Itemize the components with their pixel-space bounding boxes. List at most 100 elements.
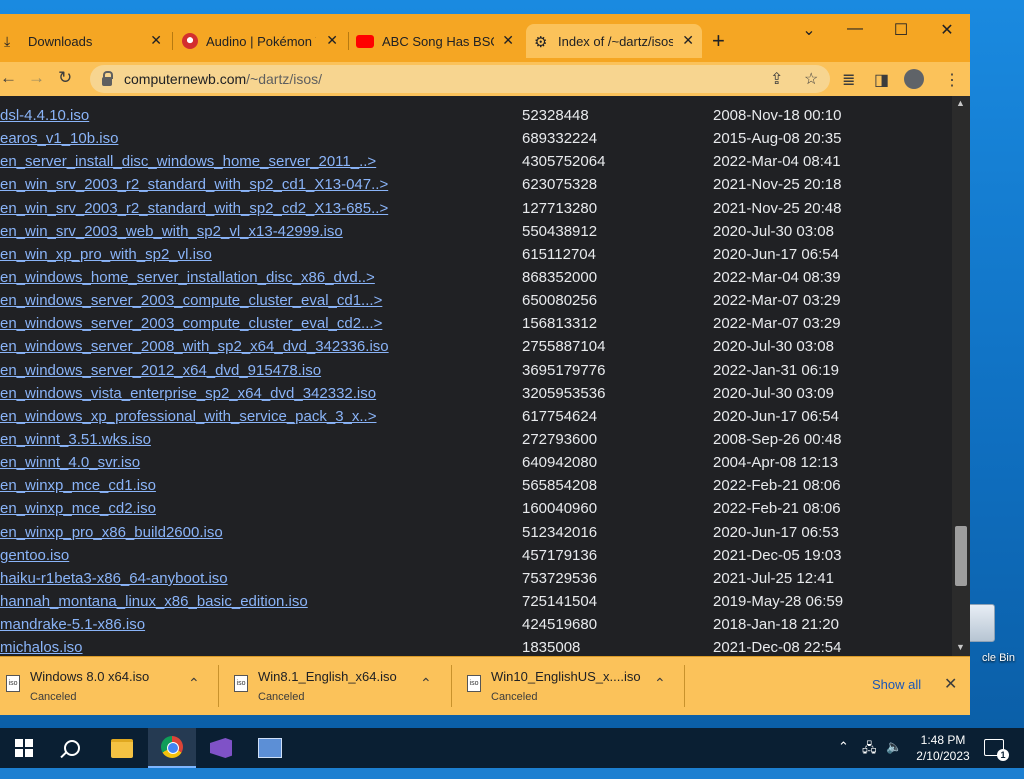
download-item[interactable]: iso Win8.1_English_x64.iso Canceled ⌃	[228, 657, 450, 715]
file-date: 2020-Jul-30 03:08	[713, 222, 834, 240]
url-text: computernewb.com/~dartz/isos/	[124, 71, 323, 87]
file-link[interactable]: haiku-r1beta3-x86_64-anyboot.iso	[0, 570, 228, 587]
forward-button[interactable]: →	[28, 68, 45, 88]
close-window-button[interactable]: ✕	[927, 20, 967, 40]
file-link[interactable]: en_winxp_pro_x86_build2600.iso	[0, 524, 223, 541]
menu-icon[interactable]: ⋮	[944, 70, 960, 90]
profile-avatar[interactable]	[904, 69, 924, 89]
table-row: haiku-r1beta3-x86_64-anyboot.iso 75372953…	[0, 567, 843, 590]
download-item[interactable]: iso Win10_EnglishUS_x....iso Canceled ⌃	[461, 657, 683, 715]
remote-desktop-button[interactable]	[246, 728, 294, 768]
close-tab-icon[interactable]: ✕	[502, 32, 514, 49]
file-date: 2021-Nov-25 20:18	[713, 176, 842, 194]
close-shelf-icon[interactable]: ✕	[944, 674, 957, 694]
file-link[interactable]: dsl-4.4.10.iso	[0, 107, 89, 124]
scroll-up-arrow-icon[interactable]: ▲	[956, 98, 965, 108]
file-link[interactable]: en_win_srv_2003_r2_standard_with_sp2_cd2…	[0, 200, 388, 217]
table-row: en_windows_home_server_installation_disc…	[0, 266, 843, 289]
file-date: 2015-Aug-08 20:35	[713, 130, 842, 148]
action-center-icon[interactable]: 1	[984, 739, 1009, 761]
file-link[interactable]: en_windows_server_2012_x64_dvd_915478.is…	[0, 362, 321, 379]
download-shelf: iso Windows 8.0 x64.iso Canceled ⌃ iso W…	[0, 656, 970, 715]
vertical-scrollbar[interactable]: ▲ ▼	[952, 96, 970, 656]
table-row: hannah_montana_linux_x86_basic_edition.i…	[0, 590, 843, 613]
table-row: en_win_xp_pro_with_sp2_vl.iso 615112704 20…	[0, 243, 843, 266]
bookmark-star-icon[interactable]: ☆	[804, 69, 818, 89]
file-size: 512342016	[522, 523, 598, 541]
new-tab-button[interactable]: +	[712, 28, 725, 54]
back-button[interactable]: ←	[0, 68, 17, 88]
chevron-up-icon[interactable]: ⌃	[838, 739, 849, 779]
side-panel-icon[interactable]: ◨	[874, 70, 889, 90]
file-link[interactable]: mandrake-5.1-x86.iso	[0, 616, 145, 633]
maximize-button[interactable]: ☐	[881, 20, 921, 40]
start-button[interactable]	[0, 728, 48, 768]
address-bar[interactable]: computernewb.com/~dartz/isos/ ⇪ ☆	[90, 65, 830, 93]
file-link[interactable]: en_win_xp_pro_with_sp2_vl.iso	[0, 246, 212, 263]
file-link[interactable]: michalos.iso	[0, 639, 83, 656]
file-link[interactable]: gentoo.iso	[0, 547, 69, 564]
network-icon[interactable]: 🖧	[862, 739, 877, 779]
minimize-button[interactable]: —	[835, 20, 875, 38]
clock[interactable]: 1:48 PM 2/10/2023	[915, 732, 971, 764]
file-link[interactable]: en_win_srv_2003_r2_standard_with_sp2_cd1…	[0, 176, 388, 193]
table-row: en_win_srv_2003_web_with_sp2_vl_x13-4299…	[0, 220, 843, 243]
scrollbar-thumb[interactable]	[955, 526, 967, 586]
chevron-up-icon[interactable]: ⌃	[188, 675, 200, 692]
file-size: 725141504	[522, 593, 598, 611]
close-tab-icon[interactable]: ✕	[150, 32, 162, 49]
search-button[interactable]	[48, 728, 96, 768]
chrome-icon	[161, 736, 183, 758]
close-tab-icon[interactable]: ✕	[682, 32, 694, 49]
file-date: 2019-May-28 06:59	[713, 593, 844, 611]
chevron-up-icon[interactable]: ⌃	[420, 675, 432, 692]
tab-audino[interactable]: Audino | Pokémon W ✕	[176, 24, 346, 58]
file-link[interactable]: en_win_srv_2003_web_with_sp2_vl_x13-4299…	[0, 223, 343, 240]
file-link[interactable]: en_winnt_4.0_svr.iso	[0, 454, 140, 471]
table-row: mandrake-5.1-x86.iso 424519680 2018-Jan-18…	[0, 613, 843, 636]
recycle-bin-icon	[967, 604, 995, 642]
table-row: en_winnt_4.0_svr.iso 640942080 2004-Apr-08…	[0, 451, 843, 474]
file-link[interactable]: en_windows_server_2003_compute_cluster_e…	[0, 315, 382, 332]
file-link[interactable]: en_winxp_mce_cd2.iso	[0, 500, 156, 517]
download-item[interactable]: iso Windows 8.0 x64.iso Canceled ⌃	[0, 657, 218, 715]
file-link[interactable]: earos_v1_10b.iso	[0, 130, 118, 147]
file-link[interactable]: hannah_montana_linux_x86_basic_edition.i…	[0, 593, 308, 610]
file-size: 127713280	[522, 199, 598, 217]
table-row: dsl-4.4.10.iso 52328448 2008-Nov-18 00:10	[0, 104, 843, 127]
tab-downloads[interactable]: ⤓ Downloads ✕	[0, 24, 170, 58]
tab-search-chevron-icon[interactable]: ⌄	[789, 20, 829, 40]
tab-abc-song[interactable]: ABC Song Has BSOD ✕	[352, 24, 522, 58]
pokemon-favicon-icon	[182, 33, 198, 49]
file-size: 52328448	[522, 107, 589, 125]
file-link[interactable]: en_winnt_3.51.wks.iso	[0, 431, 151, 448]
file-size: 753729536	[522, 569, 598, 587]
visual-studio-button[interactable]	[197, 728, 245, 768]
share-icon[interactable]: ⇪	[770, 69, 783, 89]
chrome-taskbar-button[interactable]	[148, 728, 196, 768]
file-link[interactable]: en_winxp_mce_cd1.iso	[0, 477, 156, 494]
page-content: dsl-4.4.10.iso 52328448 2008-Nov-18 00:10 e…	[0, 96, 952, 656]
file-link[interactable]: en_windows_xp_professional_with_service_…	[0, 408, 376, 425]
reload-button[interactable]: ↻	[58, 68, 72, 88]
chevron-up-icon[interactable]: ⌃	[654, 675, 666, 692]
file-size: 550438912	[522, 222, 598, 240]
file-explorer-button[interactable]	[98, 728, 146, 768]
file-link[interactable]: en_windows_server_2008_with_sp2_x64_dvd_…	[0, 338, 389, 355]
file-size: 4305752064	[522, 153, 606, 171]
tab-index-of-isos[interactable]: ⚙ Index of /~dartz/isos ✕	[526, 24, 702, 58]
close-tab-icon[interactable]: ✕	[326, 32, 338, 49]
table-row: en_windows_vista_enterprise_sp2_x64_dvd_…	[0, 382, 843, 405]
file-size: 457179136	[522, 546, 598, 564]
media-controls-icon[interactable]: ≣	[842, 70, 855, 90]
volume-icon[interactable]: 🔈	[886, 739, 902, 779]
table-row: en_winnt_3.51.wks.iso 272793600 2008-Sep-2…	[0, 428, 843, 451]
file-link[interactable]: en_server_install_disc_windows_home_serv…	[0, 153, 376, 170]
file-link[interactable]: en_windows_home_server_installation_disc…	[0, 269, 375, 286]
file-link[interactable]: en_windows_server_2003_compute_cluster_e…	[0, 292, 382, 309]
file-date: 2022-Mar-07 03:29	[713, 315, 841, 333]
show-all-button[interactable]: Show all	[872, 677, 921, 692]
table-row: en_winxp_mce_cd2.iso 160040960 2022-Feb-21…	[0, 497, 843, 520]
scroll-down-arrow-icon[interactable]: ▼	[956, 642, 965, 652]
file-link[interactable]: en_windows_vista_enterprise_sp2_x64_dvd_…	[0, 385, 376, 402]
